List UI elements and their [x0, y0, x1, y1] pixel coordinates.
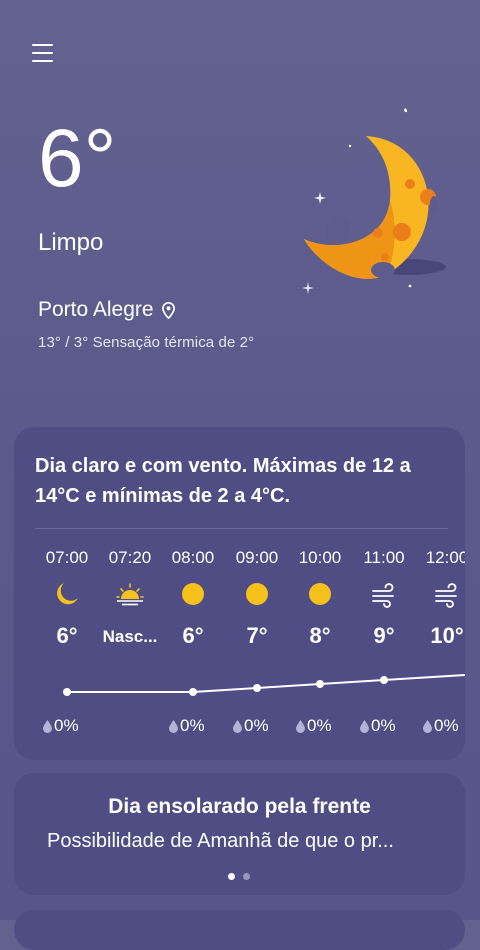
raindrop-icon: [169, 719, 178, 733]
hour-label: 11:00: [363, 548, 405, 567]
graph-point: [189, 688, 197, 696]
forecast-card[interactable]: Dia claro e com vento. Máximas de 12 a 1…: [14, 427, 465, 760]
hour-temperature: 6°: [182, 623, 204, 648]
wind-icon: [435, 583, 457, 608]
precipitation: 0%: [169, 716, 229, 736]
next-card[interactable]: [14, 910, 465, 950]
precipitation: 0%: [233, 716, 293, 736]
sun-icon: [246, 583, 268, 605]
graph-point: [63, 688, 71, 696]
page-indicator: [228, 873, 250, 880]
location[interactable]: Porto Alegre: [38, 298, 175, 322]
hour-label: 08:00: [171, 548, 215, 567]
tomorrow-card[interactable]: Dia ensolarado pela frente Possibilidade…: [14, 773, 465, 895]
moon-icon: [57, 583, 78, 605]
precipitation: 0%: [296, 716, 356, 736]
graph-point: [380, 676, 388, 684]
page-dot: [243, 873, 250, 880]
raindrop-icon: [423, 719, 432, 733]
current-temperature: 6°: [38, 113, 117, 204]
hour-label: 12:00: [425, 548, 465, 567]
raindrop-icon: [233, 719, 242, 733]
hour-temperature: 9°: [373, 623, 395, 648]
hour-label: 09:00: [235, 548, 279, 567]
divider: [35, 528, 448, 529]
hour-temperature: 10°: [430, 623, 464, 648]
current-condition: Limpo: [38, 229, 104, 256]
tomorrow-title: Dia ensolarado pela frente: [108, 795, 371, 818]
sunrise-label: Nasc...: [102, 627, 158, 646]
wind-icon: [372, 583, 394, 608]
sun-icon: [182, 583, 204, 605]
hour-temperature: 7°: [246, 623, 268, 648]
raindrop-icon: [43, 719, 52, 733]
hour-temperature: 6°: [56, 623, 78, 648]
sun-icon: [309, 583, 331, 605]
daily-summary: Dia claro e com vento. Máximas de 12 a 1…: [35, 455, 411, 507]
graph-point: [253, 684, 261, 692]
city-name: Porto Alegre: [38, 298, 154, 321]
tomorrow-text: Possibilidade de Amanhã de que o pr...: [47, 830, 394, 852]
temperature-graph: [63, 674, 465, 696]
raindrop-icon: [360, 719, 369, 733]
hour-temperature: 8°: [309, 623, 331, 648]
hour-label: 07:00: [45, 548, 89, 567]
raindrop-icon: [296, 719, 305, 733]
menu-icon[interactable]: [32, 44, 54, 64]
location-pin-icon: [161, 301, 175, 319]
precipitation: 0%: [360, 716, 420, 736]
precipitation: 0%: [423, 716, 465, 736]
temperature-range-feels-like: 13° / 3° Sensação térmica de 2°: [38, 334, 255, 351]
precipitation: 0%: [43, 716, 103, 736]
graph-point: [316, 680, 324, 688]
moon-illustration: [302, 108, 446, 294]
temperature-line: [67, 674, 465, 693]
hour-label: 07:20: [108, 548, 152, 567]
page-dot-active: [228, 873, 235, 880]
hour-label: 10:00: [298, 548, 342, 567]
sunrise-icon: [116, 583, 144, 606]
